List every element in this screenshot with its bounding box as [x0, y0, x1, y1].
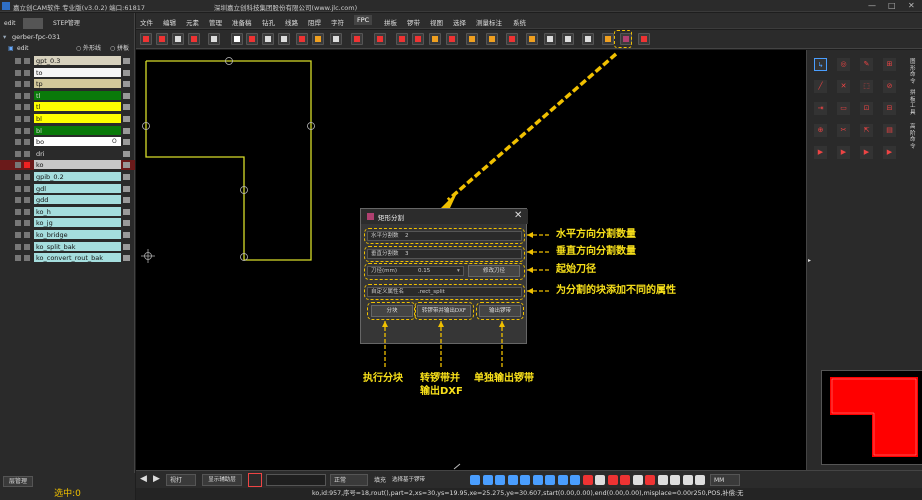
- bottom-tool-icon[interactable]: [532, 475, 543, 485]
- select-rout-label[interactable]: 选择基于锣带: [392, 475, 425, 483]
- bottom-tool-icon[interactable]: [470, 475, 480, 485]
- bottom-tool-icon[interactable]: [645, 475, 655, 485]
- bottom-tool-icon[interactable]: [557, 475, 568, 485]
- command-tool-icon[interactable]: ▶: [814, 146, 827, 159]
- command-panel: ↳ ◎ ✎ ⊞ ╱ ✕ ⬚ ⊘ ⇥ ▭ ⊡ ⊟ ⊕ ✂ ⇱ ▤ ▶ ▶ ▶ ▶ 图形命令 拼板工具 高阶命令 ▸: [806, 50, 922, 470]
- show-aux-layer-button[interactable]: 显示辅助层: [202, 474, 242, 486]
- bottom-tool-icon[interactable]: [670, 475, 680, 485]
- command-tool-icon[interactable]: ⇱: [860, 124, 873, 137]
- command-tool-icon[interactable]: ⊕: [814, 124, 827, 137]
- bottom-tool-icon[interactable]: [495, 475, 505, 485]
- bottom-tool-icon[interactable]: [545, 475, 555, 485]
- annotation-arrows: [382, 232, 551, 368]
- annotation-h-split: 水平方向分割数量: [556, 229, 636, 240]
- annotation-v-split: 垂直方向分割数量: [556, 246, 636, 257]
- preview-window: [821, 370, 922, 465]
- annotation-convert-1: 转锣带并: [420, 373, 460, 384]
- command-tool-icon[interactable]: ▭: [837, 102, 850, 115]
- bottom-tool-icon[interactable]: [482, 475, 493, 485]
- zoom-select[interactable]: 视打: [166, 474, 196, 486]
- bottom-tool-icon[interactable]: [520, 475, 530, 485]
- annotation-attr: 为分割的块添加不同的属性: [556, 285, 676, 296]
- command-tool-icon[interactable]: ⊟: [883, 102, 896, 115]
- status-bar: ko,id:957,序号=18,rout(),part=2,xs=30,ys=1…: [136, 488, 922, 500]
- command-tool-icon[interactable]: ▶: [860, 146, 873, 159]
- command-tool-icon[interactable]: ▤: [883, 124, 896, 137]
- bottom-toolbar: ◀ ▶ 视打 显示辅助层 正常 填充 选择基于锣带 MM: [136, 470, 922, 488]
- annotation-output: 单独输出锣带: [474, 373, 534, 384]
- command-tool-icon[interactable]: ✕: [837, 80, 850, 93]
- bottom-tool-icon[interactable]: [570, 475, 580, 485]
- panel-collapse-icon[interactable]: ▸: [808, 257, 813, 264]
- command-input[interactable]: [266, 474, 326, 486]
- side-tab-graphics[interactable]: 图形命令: [910, 59, 920, 85]
- bottom-tool-icon[interactable]: [595, 475, 605, 485]
- target-icon[interactable]: [248, 473, 262, 487]
- prev-arrow-icon[interactable]: ◀: [140, 474, 147, 484]
- bottom-tool-icon[interactable]: [620, 475, 630, 485]
- command-tool-icon[interactable]: ◎: [837, 58, 850, 71]
- command-tool-icon[interactable]: ⊘: [883, 80, 896, 93]
- bottom-tool-icon[interactable]: [695, 475, 705, 485]
- bottom-tool-icon[interactable]: [632, 475, 643, 485]
- command-tool-icon[interactable]: ⬚: [860, 80, 873, 93]
- side-tab-advanced[interactable]: 高阶命令: [910, 124, 920, 150]
- command-tool-icon[interactable]: ⊡: [860, 102, 873, 115]
- annotation-convert-2: 输出DXF: [420, 386, 463, 397]
- bottom-tool-icon[interactable]: [607, 475, 618, 485]
- side-tab-panel-tools[interactable]: 拼板工具: [910, 90, 920, 116]
- mode-select[interactable]: 正常: [330, 474, 368, 486]
- command-tool-icon[interactable]: ✂: [837, 124, 850, 137]
- annotation-split: 执行分块: [363, 373, 403, 384]
- command-tool-icon[interactable]: ↳: [814, 58, 827, 71]
- fill-label[interactable]: 填充: [374, 475, 386, 484]
- bottom-tool-icon[interactable]: [657, 475, 668, 485]
- bottom-tool-icon[interactable]: [582, 475, 593, 485]
- unit-select[interactable]: MM: [710, 474, 740, 486]
- next-arrow-icon[interactable]: ▶: [153, 474, 160, 484]
- command-tool-icon[interactable]: ╱: [814, 80, 827, 93]
- command-tool-icon[interactable]: ▶: [883, 146, 896, 159]
- bottom-tool-icon[interactable]: [682, 475, 693, 485]
- command-tool-icon[interactable]: ⇥: [814, 102, 827, 115]
- command-tool-icon[interactable]: ⊞: [883, 58, 896, 71]
- bottom-tool-icon[interactable]: [507, 475, 518, 485]
- command-tool-icon[interactable]: ✎: [860, 58, 873, 71]
- command-tool-icon[interactable]: ▶: [837, 146, 850, 159]
- annotation-tool: 起始刀径: [556, 264, 596, 275]
